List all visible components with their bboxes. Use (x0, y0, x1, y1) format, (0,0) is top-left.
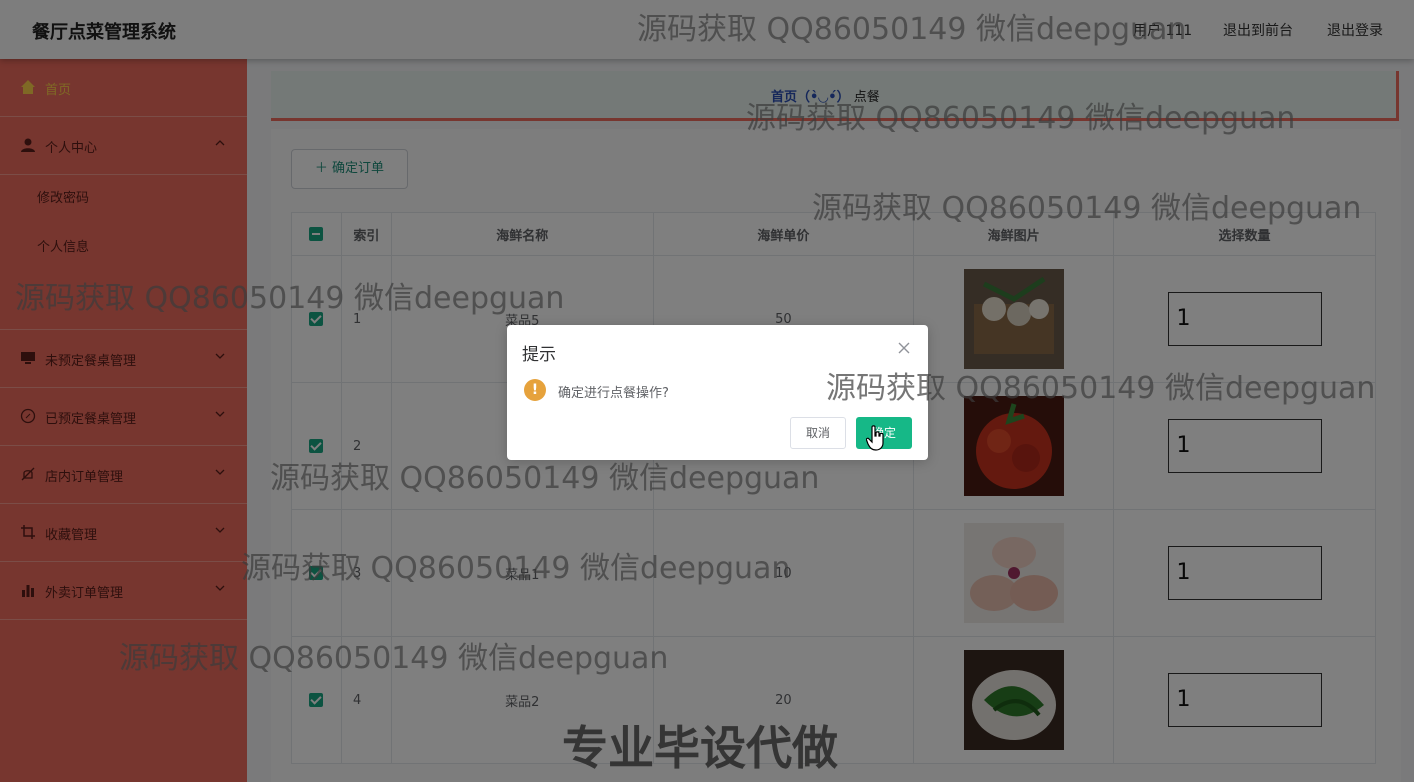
watermark-text: 源码获取 QQ86050149 微信deepguan (746, 101, 1296, 136)
hand-pointer-icon (866, 425, 884, 451)
watermark-text: 源码获取 QQ86050149 微信deepguan (270, 461, 820, 496)
watermark-text: 源码获取 QQ86050149 微信deepguan (826, 371, 1376, 406)
watermark-text: 源码获取 QQ86050149 微信deepguan (119, 641, 669, 676)
close-icon[interactable] (896, 340, 912, 356)
watermark-text: 源码获取 QQ86050149 微信deepguan (812, 191, 1362, 226)
watermark-text: 源码获取 QQ86050149 微信deepguan (637, 12, 1187, 47)
watermark-bottom: 专业毕设代做 (562, 721, 838, 775)
watermark-text: 源码获取 QQ86050149 微信deepguan (15, 281, 565, 316)
dialog-message: 确定进行点餐操作? (558, 386, 669, 401)
warning-icon: ! (524, 379, 546, 401)
dialog-title: 提示 (522, 345, 556, 365)
cancel-button[interactable]: 取消 (790, 417, 846, 449)
watermark-text: 源码获取 QQ86050149 微信deepguan (241, 551, 791, 586)
